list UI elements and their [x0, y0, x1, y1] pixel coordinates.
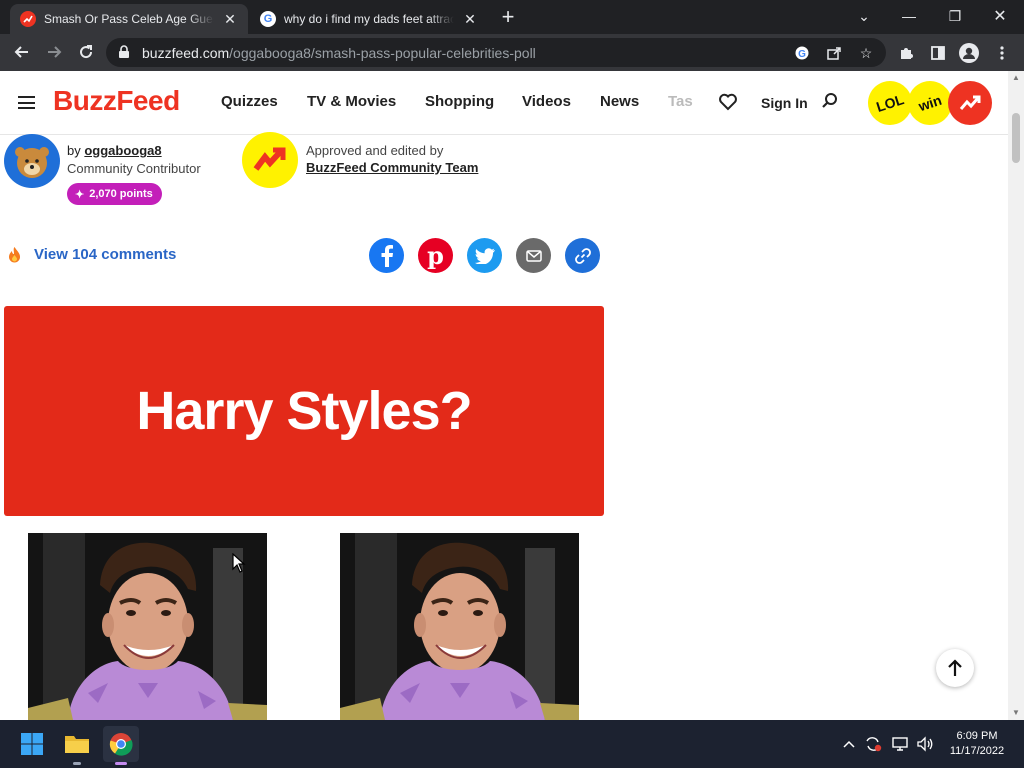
browser-toolbar: buzzfeed.com/oggabooga8/smash-pass-popul…: [0, 34, 1024, 71]
copy-link-button[interactable]: [565, 238, 600, 273]
close-tab-icon[interactable]: ✕: [222, 11, 238, 28]
tab-search-chevron-icon[interactable]: ⌄: [842, 4, 886, 28]
google-lens-icon[interactable]: G: [792, 43, 812, 63]
running-indicator: [73, 762, 81, 765]
nav-videos[interactable]: Videos: [522, 93, 571, 110]
question-text: Harry Styles?: [136, 381, 472, 441]
site-header: BuzzFeed Quizzes TV & Movies Shopping Vi…: [0, 71, 1008, 135]
google-favicon-icon: G: [260, 11, 276, 27]
lock-icon[interactable]: [118, 45, 130, 64]
svg-text:G: G: [798, 49, 806, 60]
author-role: Community Contributor: [67, 161, 201, 176]
address-bar[interactable]: buzzfeed.com/oggabooga8/smash-pass-popul…: [106, 38, 886, 67]
tab-google-search[interactable]: G why do i find my dads feet attractive …: [250, 4, 488, 34]
clock-date: 11/17/2022: [949, 745, 1005, 757]
forward-button[interactable]: [42, 40, 66, 64]
show-hidden-icons-chevron-icon[interactable]: [838, 734, 860, 754]
share-icon[interactable]: [824, 43, 844, 63]
pinterest-share-button[interactable]: p: [418, 238, 453, 273]
page-viewport: BuzzFeed Quizzes TV & Movies Shopping Vi…: [0, 71, 1008, 720]
nav-shopping[interactable]: Shopping: [425, 93, 494, 110]
author-name-link[interactable]: oggabooga8: [84, 143, 161, 158]
active-indicator: [115, 762, 127, 765]
nav-quizzes[interactable]: Quizzes: [221, 93, 278, 110]
heart-icon[interactable]: [718, 92, 738, 117]
tab-smash-or-pass[interactable]: Smash Or Pass Celeb Age Guessing ✕: [10, 4, 248, 34]
close-tab-icon[interactable]: ✕: [462, 11, 478, 28]
chrome-taskbar-button[interactable]: [103, 726, 139, 765]
volume-icon[interactable]: [914, 734, 936, 754]
mouse-cursor-icon: [232, 552, 246, 578]
view-comments-link[interactable]: View 104 comments: [34, 246, 176, 263]
tab-title: Smash Or Pass Celeb Age Guessing: [44, 12, 214, 26]
author-avatar[interactable]: [4, 134, 60, 188]
reload-button[interactable]: [74, 40, 98, 64]
search-icon[interactable]: [821, 92, 839, 115]
nav-tasty[interactable]: Tas: [668, 93, 693, 110]
sync-icon[interactable]: [862, 734, 884, 754]
back-button[interactable]: [10, 40, 34, 64]
page-scrollbar[interactable]: ▲ ▼: [1008, 71, 1024, 720]
buzzfeed-logo[interactable]: BuzzFeed: [53, 85, 180, 117]
minimize-button[interactable]: —: [887, 4, 931, 28]
buzzfeed-favicon-icon: [20, 11, 36, 27]
answer-option-smash[interactable]: [4, 533, 291, 720]
browser-tab-bar: Smash Or Pass Celeb Age Guessing ✕ G why…: [0, 0, 1024, 34]
hamburger-menu-icon[interactable]: [18, 96, 35, 109]
facebook-share-button[interactable]: [369, 238, 404, 273]
clock-time: 6:09 PM: [956, 730, 998, 742]
approved-label: Approved and edited by: [306, 143, 444, 158]
author-byline: by oggabooga8: [67, 143, 162, 158]
nav-tv-movies[interactable]: TV & Movies: [307, 93, 396, 110]
windows-taskbar: 6:09 PM 11/17/2022: [0, 720, 1024, 768]
network-icon[interactable]: [889, 734, 911, 754]
scrollbar-thumb[interactable]: [1012, 113, 1020, 163]
flame-icon: [8, 246, 21, 268]
sparkle-icon: ✦: [75, 188, 85, 201]
scroll-down-arrow-icon[interactable]: ▼: [1008, 706, 1024, 720]
bookmark-star-icon[interactable]: ☆: [856, 43, 876, 63]
twitter-share-button[interactable]: [467, 238, 502, 273]
start-button[interactable]: [14, 726, 50, 762]
points-badge: ✦ 2,070 points: [67, 183, 162, 205]
restore-button[interactable]: ❐: [933, 4, 977, 28]
answer-option-pass[interactable]: [316, 533, 603, 720]
system-clock[interactable]: 6:09 PM 11/17/2022: [940, 729, 1014, 759]
new-tab-button[interactable]: +: [496, 6, 520, 30]
url-text: buzzfeed.com/oggabooga8/smash-pass-popul…: [142, 45, 536, 61]
extensions-puzzle-icon[interactable]: [895, 42, 917, 64]
close-window-button[interactable]: ✕: [978, 4, 1022, 28]
trending-badge-icon[interactable]: [948, 81, 992, 125]
side-panel-icon[interactable]: [927, 42, 949, 64]
question-banner: Harry Styles?: [4, 306, 604, 516]
tab-title: why do i find my dads feet attractive: [284, 12, 454, 26]
community-team-link[interactable]: BuzzFeed Community Team: [306, 160, 478, 175]
community-team-avatar: [242, 132, 298, 188]
back-to-top-button[interactable]: [936, 649, 974, 687]
nav-news[interactable]: News: [600, 93, 639, 110]
chrome-menu-icon[interactable]: [991, 42, 1013, 64]
email-share-button[interactable]: [516, 238, 551, 273]
file-explorer-button[interactable]: [59, 726, 95, 765]
sign-in-link[interactable]: Sign In: [761, 95, 808, 111]
scroll-up-arrow-icon[interactable]: ▲: [1008, 71, 1024, 85]
celebrity-photo[interactable]: [340, 533, 579, 720]
profile-avatar-icon[interactable]: [958, 42, 980, 64]
